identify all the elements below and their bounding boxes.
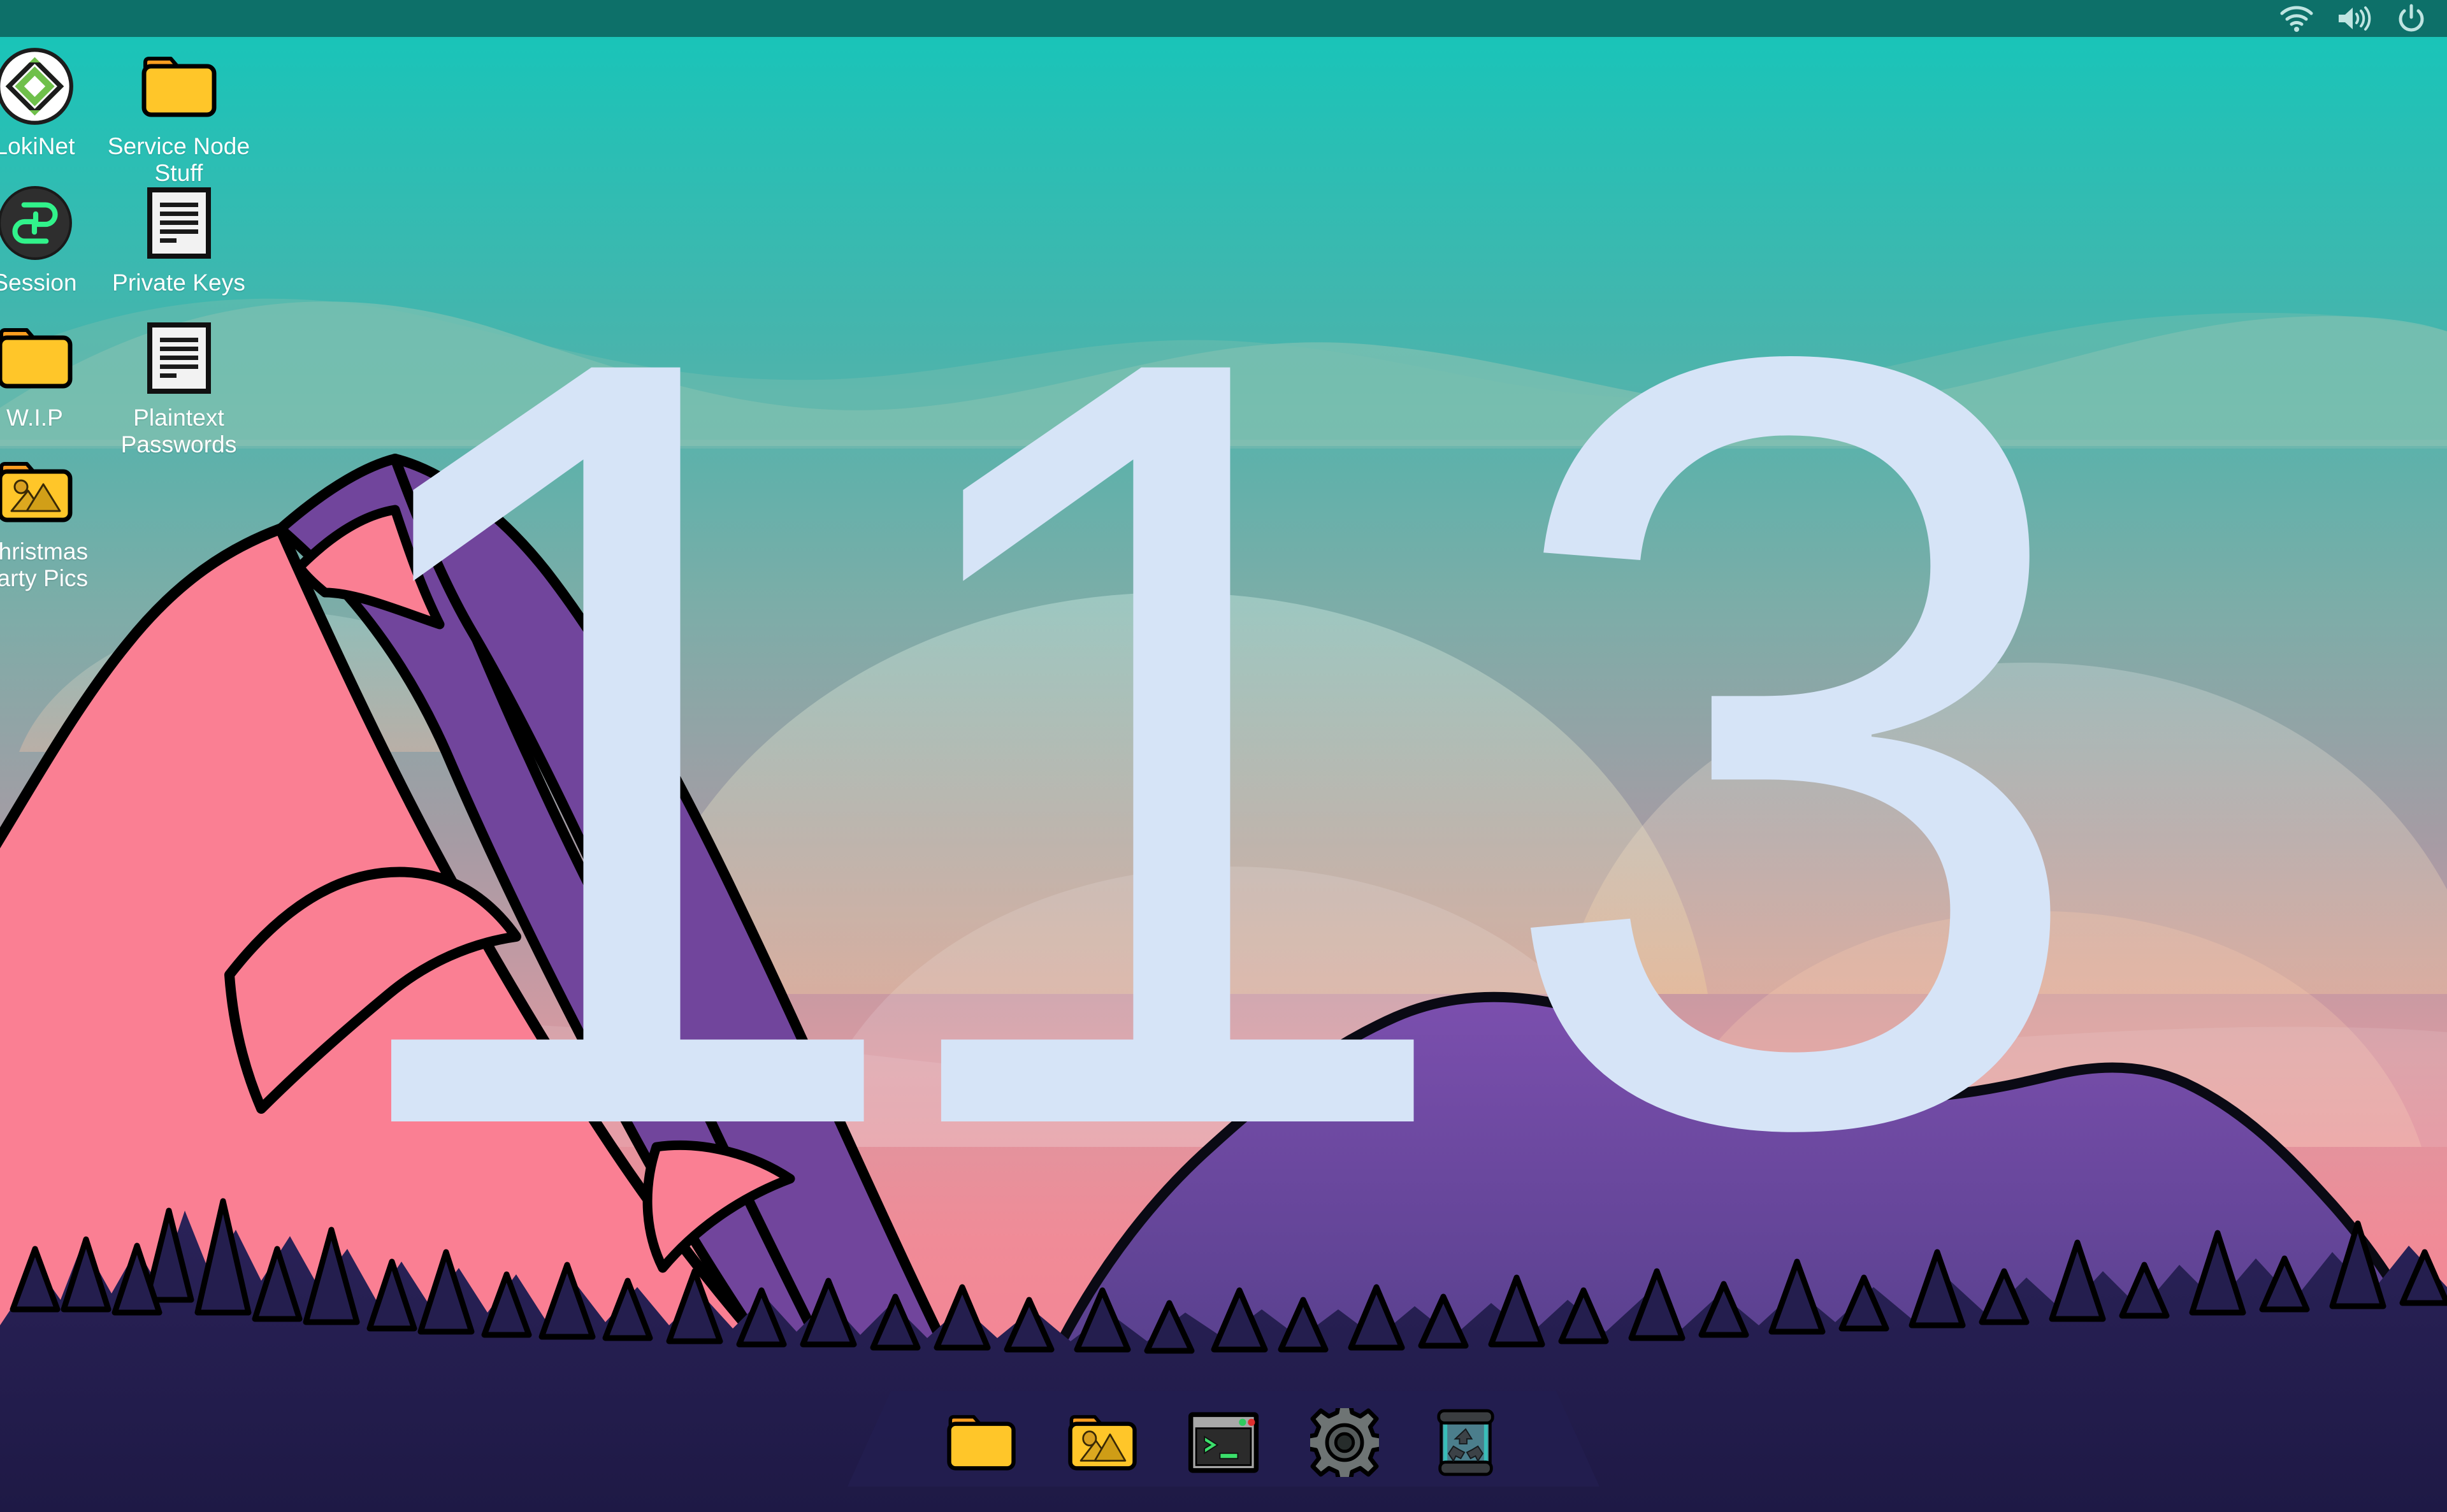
svg-text:113: 113 [308,130,2120,1354]
desktop-icon-label: Christmas Party Pics [0,538,89,591]
document-icon [131,180,227,266]
dock-item-terminal[interactable] [1186,1405,1261,1480]
desktop-icon-label: Service Node Stuff [107,133,250,186]
folder-icon [0,315,83,401]
volume-icon[interactable] [2336,4,2372,33]
wifi-icon[interactable] [2279,4,2314,33]
top-panel [0,0,2447,37]
desktop-icon-lokinet[interactable]: LokiNet [0,43,106,160]
desktop-icon-christmas-party-pics[interactable]: Christmas Party Pics [0,449,106,592]
desktop-icon-label: Private Keys [112,270,245,296]
desktop-icon-label: Plaintext Passwords [120,405,237,457]
dock-items [848,1405,1599,1480]
desktop-icon-label: Session [0,270,77,296]
desktop-icon-label: W.I.P [6,405,63,431]
folder-icon [131,43,227,129]
desktop-screen: 113 LokiNet Service Node Stuff Session P… [0,0,2447,1512]
wallpaper: 113 [0,0,2447,1512]
dock-item-image-viewer[interactable] [1065,1405,1140,1480]
desktop-icon-plaintext-passwords[interactable]: Plaintext Passwords [107,315,250,458]
desktop-icon-private-keys[interactable]: Private Keys [107,180,250,296]
session-logo-icon [0,180,83,266]
desktop-icon-label: LokiNet [0,133,75,159]
document-icon [131,315,227,401]
desktop-icon-wip[interactable]: W.I.P [0,315,106,431]
desktop-icon-service-node-stuff[interactable]: Service Node Stuff [107,43,250,187]
desktop-icon-session[interactable]: Session [0,180,106,296]
folder-pictures-icon [0,449,83,535]
dock-item-file-manager[interactable] [944,1405,1019,1480]
dock [848,1391,1599,1512]
lokinet-logo-icon [0,43,83,129]
dock-item-trash[interactable] [1428,1405,1503,1480]
power-icon[interactable] [2393,4,2429,33]
dock-item-settings[interactable] [1307,1405,1382,1480]
